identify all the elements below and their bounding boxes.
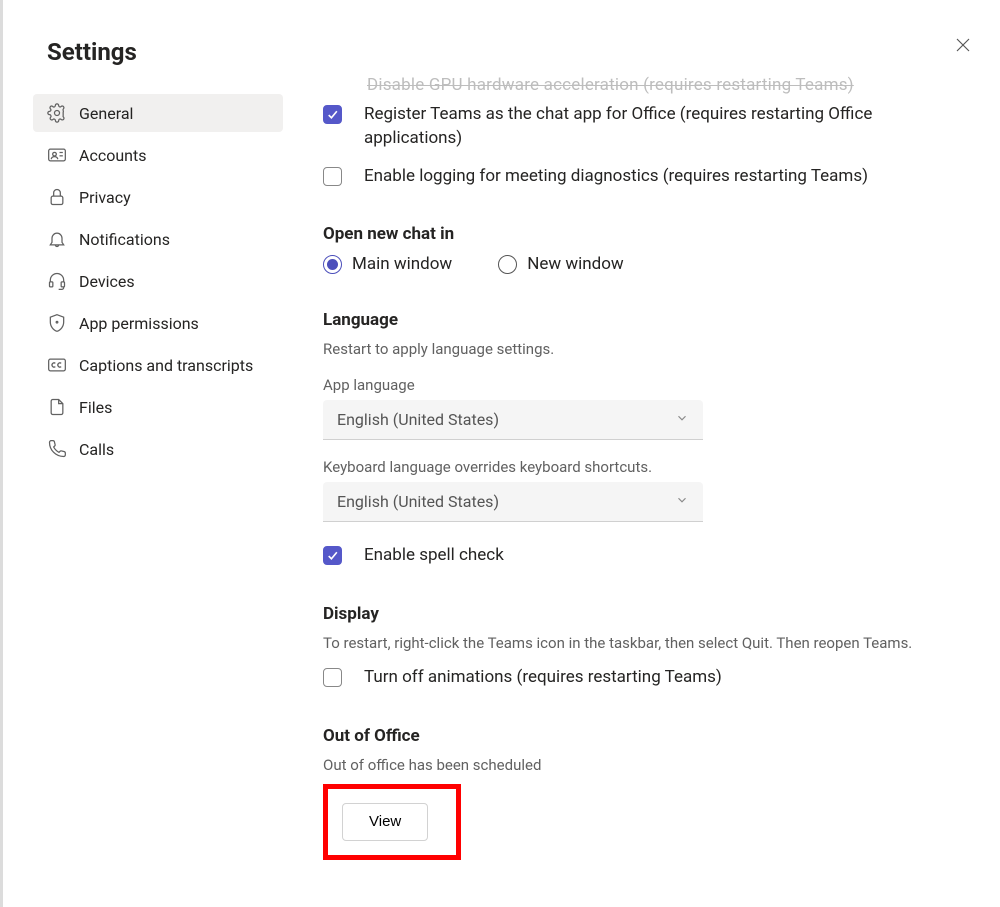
sidebar-item-accounts[interactable]: Accounts xyxy=(33,136,283,174)
phone-icon xyxy=(47,439,67,459)
view-button[interactable]: View xyxy=(342,803,428,841)
sidebar-item-general[interactable]: General xyxy=(33,94,283,132)
sidebar-item-privacy[interactable]: Privacy xyxy=(33,178,283,216)
checkbox-enable-logging[interactable] xyxy=(323,167,342,186)
headset-icon xyxy=(47,271,67,291)
cutoff-option-text: Disable GPU hardware acceleration (requi… xyxy=(367,75,935,95)
app-language-label: App language xyxy=(323,376,935,394)
chevron-down-icon xyxy=(675,410,689,429)
checkbox-register-teams[interactable] xyxy=(323,105,342,124)
check-icon xyxy=(326,549,339,562)
sidebar-item-label: Calls xyxy=(79,440,114,459)
bell-icon xyxy=(47,229,67,249)
file-icon xyxy=(47,397,67,417)
settings-title: Settings xyxy=(47,38,283,66)
sidebar-item-files[interactable]: Files xyxy=(33,388,283,426)
radio-new-window[interactable]: New window xyxy=(498,254,624,274)
settings-sidebar: Settings General Accounts Privacy Notifi… xyxy=(33,20,283,907)
checkbox-spell-check[interactable] xyxy=(323,546,342,565)
sidebar-item-label: App permissions xyxy=(79,314,199,333)
chevron-down-icon xyxy=(675,492,689,511)
radio-label: New window xyxy=(527,254,624,274)
checkbox-label: Register Teams as the chat app for Offic… xyxy=(364,103,924,151)
radio-main-window[interactable]: Main window xyxy=(323,254,452,274)
keyboard-language-dropdown[interactable]: English (United States) xyxy=(323,482,703,522)
checkbox-turn-off-animations[interactable] xyxy=(323,668,342,687)
out-of-office-status: Out of office has been scheduled xyxy=(323,756,935,774)
radio-label: Main window xyxy=(352,254,452,274)
sidebar-item-label: Notifications xyxy=(79,230,170,249)
close-button[interactable] xyxy=(954,36,972,54)
section-out-of-office-title: Out of Office xyxy=(323,726,935,746)
sidebar-item-label: General xyxy=(79,104,133,123)
sidebar-item-notifications[interactable]: Notifications xyxy=(33,220,283,258)
checkbox-label: Enable spell check xyxy=(364,544,504,568)
radio-icon xyxy=(498,255,517,274)
sidebar-item-label: Files xyxy=(79,398,112,417)
captions-icon xyxy=(47,355,67,375)
checkbox-label: Turn off animations (requires restarting… xyxy=(364,666,722,690)
checkbox-label: Enable logging for meeting diagnostics (… xyxy=(364,165,868,189)
settings-main: Disable GPU hardware acceleration (requi… xyxy=(283,20,975,907)
dropdown-value: English (United States) xyxy=(337,492,499,511)
sidebar-item-calls[interactable]: Calls xyxy=(33,430,283,468)
sidebar-item-label: Privacy xyxy=(79,188,131,207)
shield-icon xyxy=(47,313,67,333)
sidebar-item-app-permissions[interactable]: App permissions xyxy=(33,304,283,342)
display-restart-hint: To restart, right-click the Teams icon i… xyxy=(323,634,935,652)
section-open-chat-title: Open new chat in xyxy=(323,224,935,244)
radio-icon xyxy=(323,255,342,274)
check-icon xyxy=(326,108,339,121)
section-display-title: Display xyxy=(323,604,935,624)
annotation-highlight: View xyxy=(323,784,461,860)
sidebar-item-devices[interactable]: Devices xyxy=(33,262,283,300)
sidebar-item-label: Devices xyxy=(79,272,135,291)
section-language-title: Language xyxy=(323,310,935,330)
app-language-dropdown[interactable]: English (United States) xyxy=(323,400,703,440)
lock-icon xyxy=(47,187,67,207)
id-card-icon xyxy=(47,145,67,165)
keyboard-language-hint: Keyboard language overrides keyboard sho… xyxy=(323,458,935,476)
sidebar-item-label: Captions and transcripts xyxy=(79,356,253,375)
language-restart-hint: Restart to apply language settings. xyxy=(323,340,935,358)
dropdown-value: English (United States) xyxy=(337,410,499,429)
close-icon xyxy=(954,36,972,54)
sidebar-item-label: Accounts xyxy=(79,146,146,165)
gear-icon xyxy=(47,103,67,123)
sidebar-item-captions[interactable]: Captions and transcripts xyxy=(33,346,283,384)
